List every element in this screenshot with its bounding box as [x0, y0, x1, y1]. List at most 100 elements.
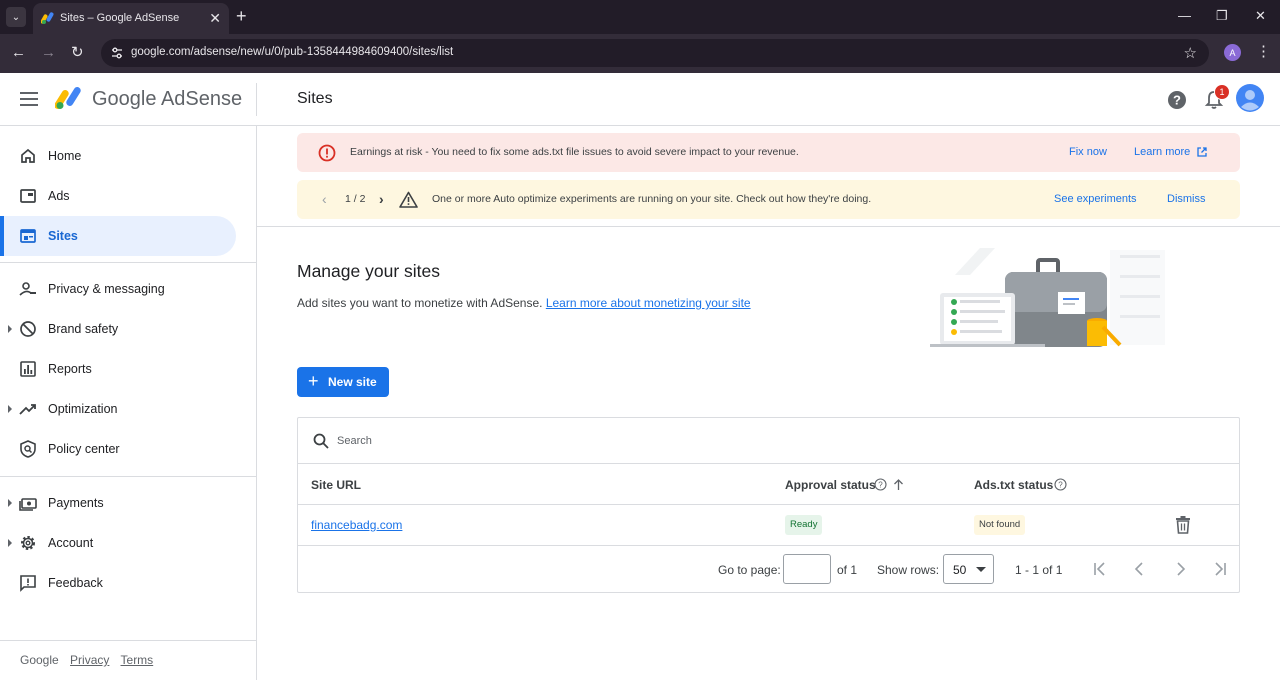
next-page-icon[interactable] [1171, 560, 1189, 578]
go-to-page-label: Go to page: [718, 563, 781, 577]
pagination-range: 1 - 1 of 1 [1015, 563, 1063, 577]
sidebar-item-privacy-messaging[interactable]: Privacy & messaging [0, 269, 236, 309]
sidebar-item-label: Privacy & messaging [48, 282, 165, 296]
page-number-input[interactable] [783, 554, 831, 584]
account-avatar[interactable] [1236, 84, 1264, 112]
sidebar-item-feedback[interactable]: Feedback [0, 563, 236, 603]
footer-privacy-link[interactable]: Privacy [70, 653, 109, 667]
reports-icon [20, 361, 36, 377]
previous-page-icon[interactable] [1131, 560, 1149, 578]
product-name: Google AdSense [92, 88, 243, 110]
block-icon [20, 321, 36, 337]
learn-more-link[interactable]: Learn more [1134, 146, 1190, 158]
warning-icon [399, 191, 418, 208]
section-description: Add sites you want to monetize with AdSe… [297, 296, 751, 310]
policy-icon [20, 440, 36, 458]
header-divider [256, 83, 257, 116]
sidebar-item-label: Account [48, 536, 94, 550]
bookmark-star-icon[interactable]: ☆ [1184, 44, 1197, 62]
new-tab-button[interactable]: + [236, 7, 247, 25]
sort-ascending-icon[interactable] [892, 478, 905, 491]
dismiss-link[interactable]: Dismiss [1167, 193, 1206, 205]
sidebar-footer: Google Privacy Terms [20, 653, 161, 667]
sidebar-item-home[interactable]: Home [0, 136, 236, 176]
table-divider [298, 545, 1239, 546]
browser-tab-bar: ⌄ Sites – Google AdSense ✕ + — ❐ ✕ [0, 0, 1280, 34]
help-outline-icon[interactable]: ? [1054, 478, 1067, 491]
sidebar-item-label: Ads [48, 189, 70, 203]
last-page-icon[interactable] [1211, 560, 1229, 578]
svg-text:?: ? [1173, 93, 1181, 108]
footer-terms-link[interactable]: Terms [121, 653, 154, 667]
table-divider [298, 463, 1239, 464]
sidebar-item-policy-center[interactable]: Policy center [0, 429, 236, 469]
browser-tab[interactable]: Sites – Google AdSense ✕ [33, 3, 229, 34]
new-site-button[interactable]: + New site [297, 367, 389, 397]
sidebar-divider [0, 262, 256, 263]
search-icon [313, 433, 329, 449]
sidebar-item-payments[interactable]: Payments [0, 483, 236, 523]
page-title: Sites [297, 90, 333, 107]
column-header-ads-txt-status[interactable]: Ads.txt status [974, 478, 1053, 492]
column-header-site-url[interactable]: Site URL [311, 478, 361, 492]
earnings-at-risk-banner: Earnings at risk - You need to fix some … [297, 133, 1240, 172]
trending-icon [19, 404, 36, 415]
minimize-icon[interactable]: — [1178, 8, 1191, 23]
browser-toolbar: ← → ↻ google.com/adsense/new/u/0/pub-135… [0, 34, 1280, 73]
sidebar-item-brand-safety[interactable]: Brand safety [0, 309, 236, 349]
section-title: Manage your sites [297, 261, 440, 281]
dropdown-arrow-icon [976, 567, 986, 572]
tab-close-icon[interactable]: ✕ [209, 10, 221, 26]
banner-prev-icon[interactable]: ‹ [322, 191, 327, 207]
forward-icon[interactable]: → [41, 43, 56, 63]
column-header-approval-status[interactable]: Approval status [785, 478, 876, 492]
sidebar-divider [0, 640, 256, 641]
window-close-icon[interactable]: ✕ [1255, 8, 1266, 24]
back-icon[interactable]: ← [11, 43, 26, 63]
first-page-icon[interactable] [1091, 560, 1109, 578]
site-url-link[interactable]: financebadg.com [311, 518, 402, 532]
sidebar-item-account[interactable]: Account [0, 523, 236, 563]
plus-icon: + [308, 371, 319, 391]
site-info-icon[interactable] [110, 46, 124, 60]
sidebar: Home Ads Sites Privacy & messaging Brand… [0, 126, 257, 680]
delete-icon[interactable] [1175, 516, 1191, 534]
svg-text:?: ? [878, 481, 883, 490]
sidebar-item-sites[interactable]: Sites [0, 216, 236, 256]
sidebar-item-ads[interactable]: Ads [0, 176, 236, 216]
sidebar-item-reports[interactable]: Reports [0, 349, 236, 389]
learn-more-monetizing-link[interactable]: Learn more about monetizing your site [546, 296, 751, 310]
sites-icon [20, 229, 36, 243]
auto-optimize-banner: ‹ 1 / 2 › One or more Auto optimize expe… [297, 180, 1240, 219]
banner-counter: 1 / 2 [345, 193, 366, 205]
sidebar-item-optimization[interactable]: Optimization [0, 389, 236, 429]
description-text: Add sites you want to monetize with AdSe… [297, 296, 543, 310]
fix-now-link[interactable]: Fix now [1069, 146, 1107, 158]
tab-search-button[interactable]: ⌄ [6, 7, 26, 27]
help-icon[interactable]: ? [1167, 90, 1187, 110]
reload-icon[interactable]: ↻ [71, 43, 84, 63]
expand-caret-icon[interactable] [8, 405, 12, 413]
url-text: google.com/adsense/new/u/0/pub-135844498… [131, 46, 454, 58]
browser-menu-icon[interactable]: ⋮ [1256, 43, 1271, 61]
expand-caret-icon[interactable] [8, 499, 12, 507]
sidebar-item-label: Brand safety [48, 322, 119, 336]
search-input[interactable] [337, 431, 737, 451]
address-bar[interactable]: google.com/adsense/new/u/0/pub-135844498… [101, 39, 1209, 67]
banner-next-icon[interactable]: › [379, 191, 384, 207]
see-experiments-link[interactable]: See experiments [1054, 193, 1137, 205]
help-outline-icon[interactable]: ? [874, 478, 887, 491]
tab-title: Sites – Google AdSense [60, 12, 180, 24]
new-site-label: New site [328, 375, 377, 389]
browser-profile-avatar[interactable]: A [1224, 44, 1241, 61]
error-icon [318, 144, 336, 162]
rows-per-page-select[interactable]: 50 [943, 554, 994, 584]
banner-message: One or more Auto optimize experiments ar… [432, 193, 872, 205]
expand-caret-icon[interactable] [8, 539, 12, 547]
menu-icon[interactable] [20, 92, 38, 106]
notification-badge: 1 [1214, 84, 1230, 100]
rows-per-page-value: 50 [953, 563, 967, 577]
maximize-icon[interactable]: ❐ [1216, 8, 1228, 24]
gear-icon [21, 536, 35, 550]
expand-caret-icon[interactable] [8, 325, 12, 333]
